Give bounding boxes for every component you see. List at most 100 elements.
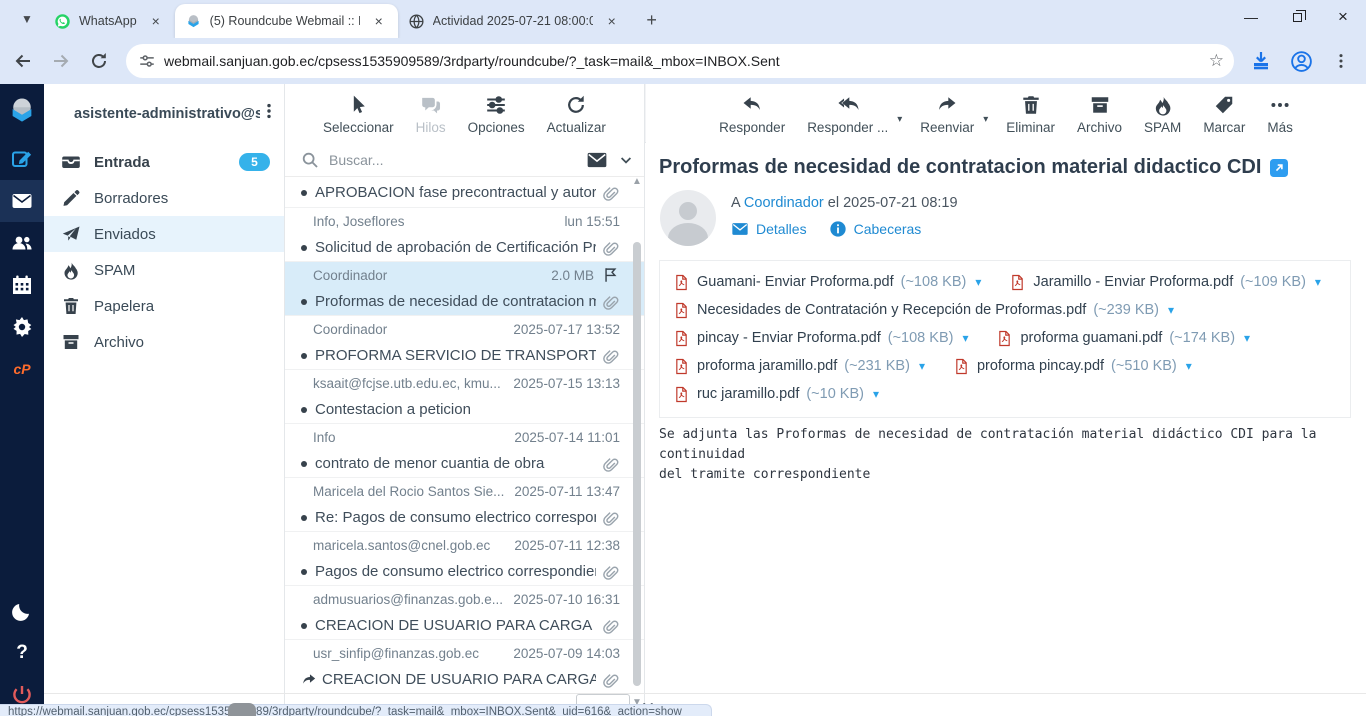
rail-item-help[interactable]: ?	[0, 632, 44, 674]
attachment-name[interactable]: Guamani- Enviar Proforma.pdf	[697, 274, 894, 290]
message-row[interactable]: usr_sinfip@finanzas.gob.ec2025-07-09 14:…	[285, 640, 644, 693]
message-marcar-button[interactable]: Marcar	[1199, 90, 1249, 137]
message-row[interactable]: APROBACION fase precontractual y autoriz…	[285, 179, 644, 208]
attachment-menu-caret-icon[interactable]: ▾	[919, 359, 925, 373]
back-button[interactable]	[8, 46, 38, 76]
new-tab-button[interactable]: +	[639, 7, 665, 33]
attachment-name[interactable]: proforma pincay.pdf	[977, 358, 1104, 374]
list-actualizar-button[interactable]: Actualizar	[543, 90, 610, 137]
browser-tab[interactable]: WhatsApp×	[44, 4, 175, 38]
rail-item-mail[interactable]	[0, 180, 44, 222]
attachment-item[interactable]: Guamani- Enviar Proforma.pdf(~108 KB)▾	[673, 274, 981, 291]
recipient-link[interactable]: Coordinador	[744, 195, 824, 211]
attachment-menu-caret-icon[interactable]: ▾	[873, 387, 879, 401]
tab-close-icon[interactable]: ×	[147, 12, 165, 30]
tab-close-icon[interactable]: ×	[603, 12, 621, 30]
dropdown-caret-icon[interactable]: ▾	[897, 114, 902, 125]
scroll-up-icon[interactable]: ▲	[631, 176, 643, 187]
rail-item-dark-mode[interactable]	[0, 590, 44, 632]
message-row[interactable]: Coordinador2.0 MBProformas de necesidad …	[285, 262, 644, 316]
attachment-item[interactable]: proforma pincay.pdf(~510 KB)▾	[953, 358, 1192, 375]
rail-item-settings[interactable]	[0, 306, 44, 348]
search-input[interactable]	[329, 152, 586, 168]
pdf-file-icon	[673, 302, 690, 319]
account-menu-icon[interactable]	[260, 102, 278, 125]
url-text[interactable]: webmail.sanjuan.gob.ec/cpsess1535909589/…	[164, 53, 1201, 69]
search-scope-mail-icon[interactable]	[586, 149, 608, 171]
tab-close-icon[interactable]: ×	[370, 12, 388, 30]
message-row[interactable]: maricela.santos@cnel.gob.ec2025-07-11 12…	[285, 532, 644, 586]
attachments-box: Guamani- Enviar Proforma.pdf(~108 KB)▾ Ja…	[659, 260, 1351, 418]
rail-item-calendar[interactable]	[0, 264, 44, 306]
attachment-item[interactable]: Necesidades de Contratación y Recepción …	[673, 302, 1174, 319]
message-reenviar-button[interactable]: Reenviar▾	[916, 90, 978, 137]
message-row[interactable]: ksaait@fcjse.utb.edu.ec, kmu...2025-07-1…	[285, 370, 644, 424]
message-ms-button[interactable]: Más	[1263, 90, 1297, 137]
forward-button[interactable]	[46, 46, 76, 76]
rail-item-roundcube-logo[interactable]	[0, 84, 44, 138]
downloads-button[interactable]	[1244, 44, 1278, 78]
rail-item-compose[interactable]	[0, 138, 44, 180]
message-archivo-button[interactable]: Archivo	[1073, 90, 1126, 137]
reload-button[interactable]	[84, 46, 114, 76]
message-spam-button[interactable]: SPAM	[1140, 90, 1185, 137]
message-eliminar-button[interactable]: Eliminar	[1002, 90, 1059, 137]
browser-tab[interactable]: Actividad 2025-07-21 08:00:00×	[398, 4, 631, 38]
attachment-menu-caret-icon[interactable]: ▾	[962, 331, 968, 345]
bookmark-star-icon[interactable]: ☆	[1209, 51, 1224, 71]
profile-button[interactable]	[1284, 44, 1318, 78]
folder-item-borradores[interactable]: Borradores	[44, 180, 284, 216]
message-row[interactable]: Info, Josefloreslun 15:51Solicitud de ap…	[285, 208, 644, 262]
attachment-name[interactable]: proforma guamani.pdf	[1020, 330, 1162, 346]
browser-menu-button[interactable]	[1324, 44, 1358, 78]
dropdown-caret-icon[interactable]: ▾	[983, 114, 988, 125]
site-settings-icon[interactable]	[138, 52, 156, 70]
scrollbar-thumb[interactable]	[633, 242, 641, 686]
folder-item-enviados[interactable]: Enviados	[44, 216, 284, 252]
message-row[interactable]: Maricela del Rocio Santos Sie...2025-07-…	[285, 478, 644, 532]
headers-link[interactable]: Cabeceras	[829, 220, 922, 238]
rail-item-contacts[interactable]	[0, 222, 44, 264]
list-hilos-button[interactable]: Hilos	[412, 90, 450, 137]
attachment-name[interactable]: Jaramillo - Enviar Proforma.pdf	[1033, 274, 1233, 290]
attachment-name[interactable]: Necesidades de Contratación y Recepción …	[697, 302, 1086, 318]
message-row[interactable]: Coordinador2025-07-17 13:52PROFORMA SERV…	[285, 316, 644, 370]
attachment-menu-caret-icon[interactable]: ▾	[1168, 303, 1174, 317]
attachment-item[interactable]: Jaramillo - Enviar Proforma.pdf(~109 KB)…	[1009, 274, 1321, 291]
attachment-menu-caret-icon[interactable]: ▾	[1315, 275, 1321, 289]
message-row[interactable]: admusuarios@finanzas.gob.e...2025-07-10 …	[285, 586, 644, 640]
window-restore-button[interactable]	[1274, 0, 1320, 34]
attachment-menu-caret-icon[interactable]: ▾	[1244, 331, 1250, 345]
rail-item-cpanel[interactable]: cP	[0, 348, 44, 390]
attachment-item[interactable]: pincay - Enviar Proforma.pdf(~108 KB)▾	[673, 330, 968, 347]
flag-icon[interactable]	[602, 266, 620, 284]
window-minimize-button[interactable]: —	[1228, 0, 1274, 34]
search-bar[interactable]	[285, 144, 644, 177]
search-options-chevron-icon[interactable]	[618, 152, 634, 168]
list-scrollbar[interactable]: ▲ ▼	[631, 182, 643, 694]
tab-search-chevron-icon[interactable]: ▼	[12, 4, 42, 34]
list-opciones-button[interactable]: Opciones	[464, 90, 529, 137]
window-close-button[interactable]: ×	[1320, 0, 1366, 34]
attachment-menu-caret-icon[interactable]: ▾	[975, 275, 981, 289]
attachment-item[interactable]: proforma guamani.pdf(~174 KB)▾	[996, 330, 1250, 347]
address-bar[interactable]: webmail.sanjuan.gob.ec/cpsess1535909589/…	[126, 44, 1234, 78]
folder-item-archivo[interactable]: Archivo	[44, 324, 284, 360]
message-responder-button[interactable]: Responder	[715, 90, 789, 137]
browser-tab[interactable]: (5) Roundcube Webmail :: Envia×	[175, 4, 398, 38]
folder-item-spam[interactable]: SPAM	[44, 252, 284, 288]
attachment-menu-caret-icon[interactable]: ▾	[1186, 359, 1192, 373]
message-responder-button[interactable]: Responder ...▾	[803, 90, 892, 137]
folder-item-papelera[interactable]: Papelera	[44, 288, 284, 324]
attachment-name[interactable]: proforma jaramillo.pdf	[697, 358, 837, 374]
open-in-new-window-icon[interactable]	[1270, 159, 1288, 177]
list-seleccionar-button[interactable]: Seleccionar	[319, 90, 398, 137]
message-row[interactable]: Info2025-07-14 11:01contrato de menor cu…	[285, 424, 644, 478]
folder-item-entrada[interactable]: Entrada5	[44, 144, 284, 180]
attachment-item[interactable]: ruc jaramillo.pdf(~10 KB)▾	[673, 386, 879, 403]
attachment-name[interactable]: pincay - Enviar Proforma.pdf	[697, 330, 881, 346]
attachment-name[interactable]: ruc jaramillo.pdf	[697, 386, 799, 402]
attachment-item[interactable]: proforma jaramillo.pdf(~231 KB)▾	[673, 358, 925, 375]
account-header[interactable]: asistente-administrativo@sa...	[44, 84, 284, 143]
details-link[interactable]: Detalles	[731, 220, 807, 238]
